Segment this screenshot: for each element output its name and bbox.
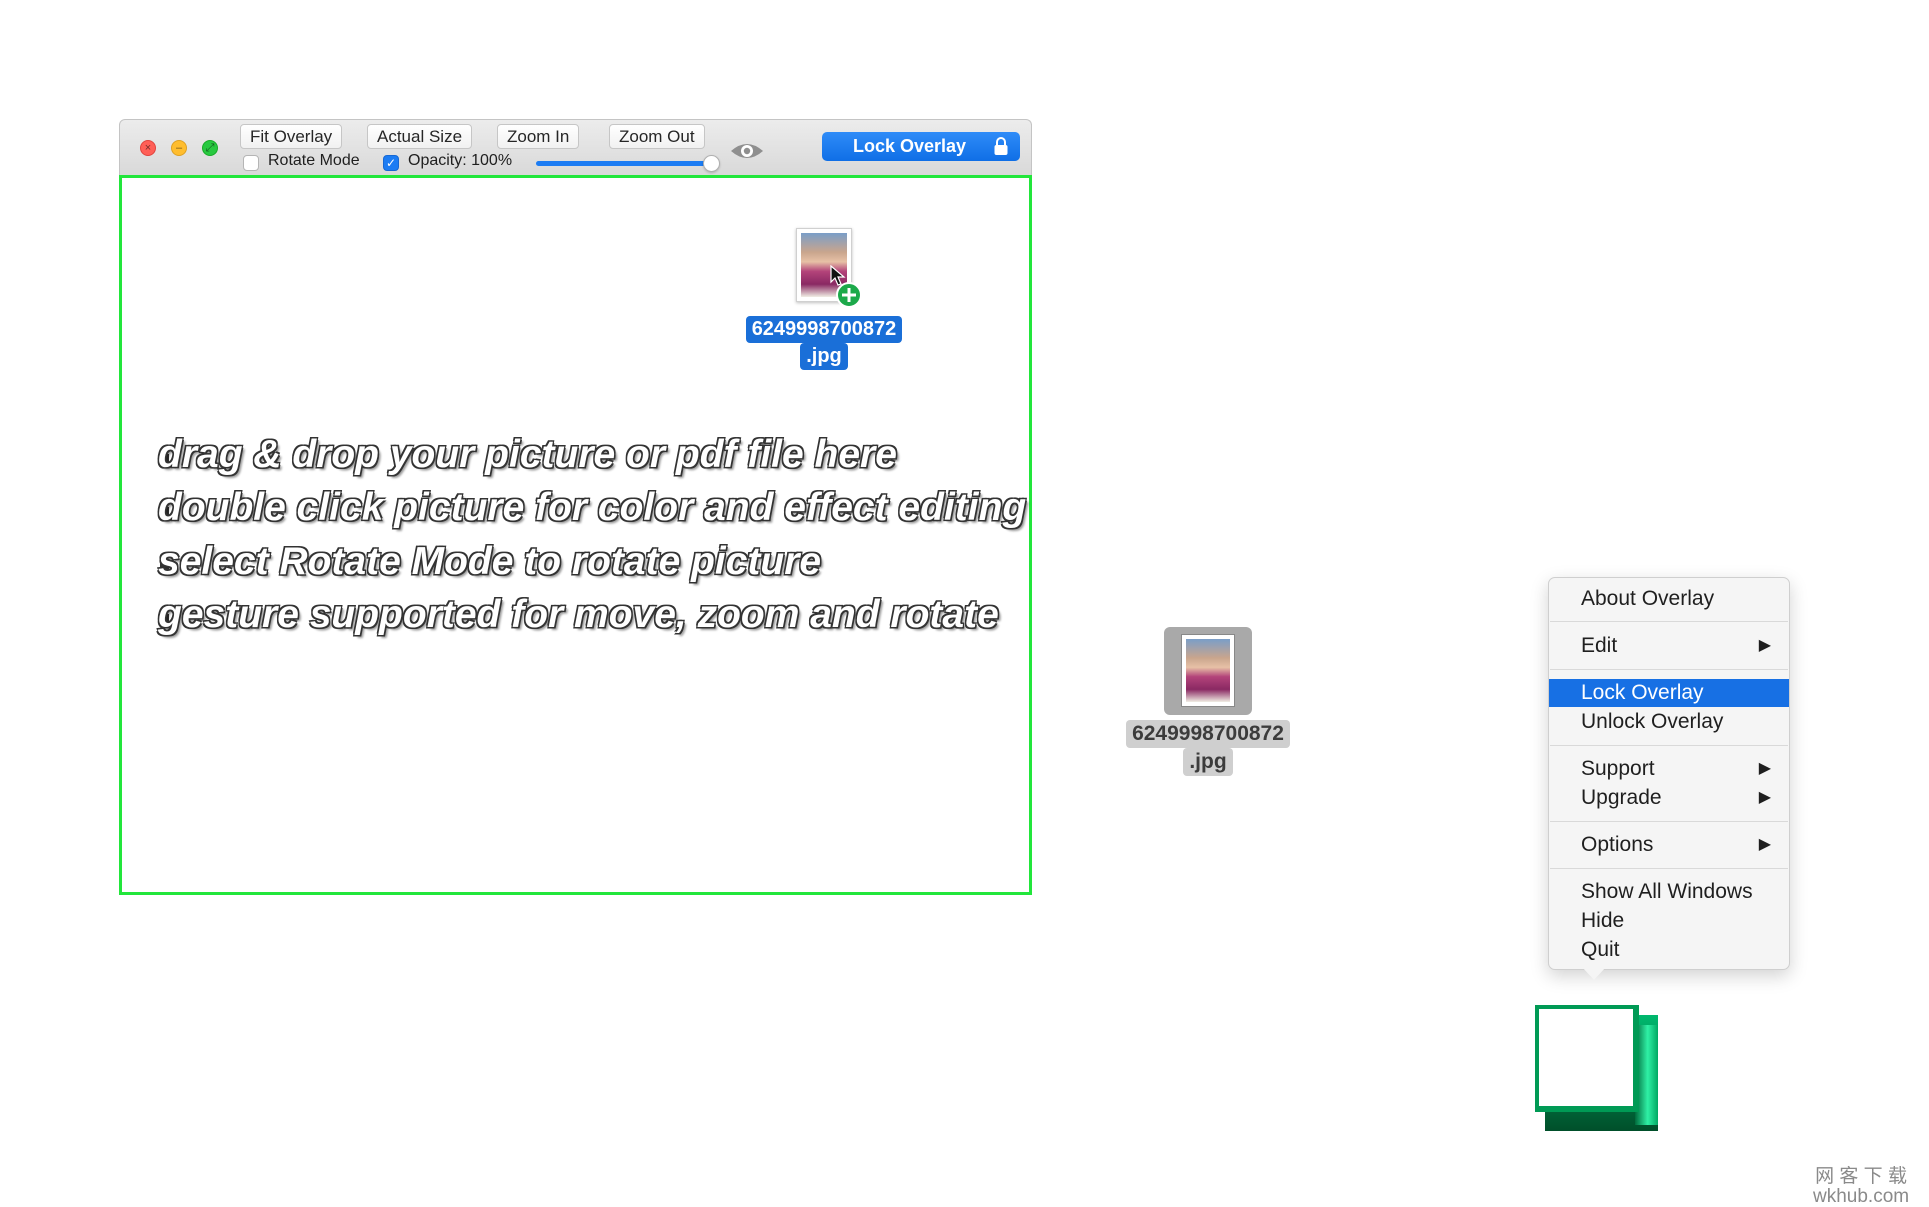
dragged-file-name-line2: .jpg xyxy=(800,343,848,370)
opacity-slider[interactable] xyxy=(536,161,713,166)
menu-item-hide[interactable]: Hide xyxy=(1549,907,1789,935)
opacity-label: Opacity: 100% xyxy=(408,152,513,169)
menu-item-support[interactable]: Support ▶ xyxy=(1549,755,1789,783)
menu-item-label: Lock Overlay xyxy=(1581,681,1704,704)
menu-item-label: Quit xyxy=(1581,938,1620,961)
rotate-mode-label: Rotate Mode xyxy=(268,152,360,169)
desktop-file-name-line2: .jpg xyxy=(1183,748,1233,776)
menu-item-lock-overlay[interactable]: Lock Overlay xyxy=(1549,679,1789,707)
window-toolbar: × – ⤢ Fit Overlay Actual Size Zoom In Zo… xyxy=(119,119,1032,175)
photo-thumbnail xyxy=(1186,639,1230,702)
menu-item-show-all-windows[interactable]: Show All Windows xyxy=(1549,878,1789,906)
actual-size-button[interactable]: Actual Size xyxy=(367,124,473,149)
opacity-slider-fill xyxy=(536,161,713,166)
menu-pointer xyxy=(1582,967,1606,980)
menu-item-upgrade[interactable]: Upgrade ▶ xyxy=(1549,784,1789,812)
menu-item-unlock-overlay[interactable]: Unlock Overlay xyxy=(1549,708,1789,736)
menu-item-edit[interactable]: Edit ▶ xyxy=(1549,632,1789,660)
desktop-file-icon[interactable] xyxy=(1164,627,1252,715)
overlay-window: × – ⤢ Fit Overlay Actual Size Zoom In Zo… xyxy=(119,119,1032,895)
watermark-line1: 网 客 下 载 xyxy=(1815,1166,1907,1187)
cursor-arrow-icon xyxy=(830,265,846,286)
menu-separator xyxy=(1550,745,1788,746)
overlay-drop-area[interactable]: 6249998700872 .jpg drag & drop your pict… xyxy=(119,175,1032,895)
overlay-app-icon[interactable] xyxy=(1535,1005,1660,1133)
opacity-checkbox[interactable]: ✓ xyxy=(383,155,399,171)
zoom-in-button[interactable]: Zoom In xyxy=(497,124,580,149)
submenu-arrow-icon: ▶ xyxy=(1758,760,1771,777)
hint-line-1: drag & drop your picture or pdf file her… xyxy=(158,433,897,476)
photo-frame xyxy=(1181,634,1235,707)
submenu-arrow-icon: ▶ xyxy=(1758,789,1771,806)
hint-line-2: double click picture for color and effec… xyxy=(158,486,1027,529)
watermark-line2: wkhub.com xyxy=(1813,1186,1910,1207)
lock-overlay-label: Lock Overlay xyxy=(853,136,967,156)
menu-item-label: Show All Windows xyxy=(1581,880,1753,903)
dragged-file-name-line1: 6249998700872 xyxy=(745,316,903,343)
status-menu: About Overlay Edit ▶ Lock Overlay Unlock … xyxy=(1548,577,1790,970)
submenu-arrow-icon: ▶ xyxy=(1758,637,1771,654)
maximize-button[interactable]: ⤢ xyxy=(202,140,218,156)
submenu-arrow-icon: ▶ xyxy=(1758,836,1771,853)
eye-icon[interactable] xyxy=(729,138,765,164)
hint-line-4: gesture supported for move, zoom and rot… xyxy=(158,593,999,636)
hint-line-3: select Rotate Mode to rotate picture xyxy=(158,540,822,583)
watermark: 网 客 下 载 wkhub.com xyxy=(1813,1167,1909,1207)
minimize-button[interactable]: – xyxy=(171,140,187,156)
zoom-out-button[interactable]: Zoom Out xyxy=(609,124,705,149)
desktop-file-name-line1: 6249998700872 xyxy=(1126,720,1290,748)
fit-overlay-button[interactable]: Fit Overlay xyxy=(240,124,343,149)
lock-icon xyxy=(994,137,1008,155)
lock-overlay-button[interactable]: Lock Overlay xyxy=(822,132,1020,161)
menu-item-label: About Overlay xyxy=(1581,587,1715,610)
menu-item-label: Hide xyxy=(1581,909,1625,932)
menu-separator xyxy=(1550,621,1788,622)
opacity-slider-thumb[interactable] xyxy=(703,155,720,172)
menu-separator xyxy=(1550,868,1788,869)
desktop-file-name[interactable]: 6249998700872 .jpg xyxy=(1106,720,1310,776)
menu-item-options[interactable]: Options ▶ xyxy=(1549,831,1789,859)
menu-item-about-overlay[interactable]: About Overlay xyxy=(1549,585,1789,613)
menu-separator xyxy=(1550,821,1788,822)
menu-separator xyxy=(1550,669,1788,670)
menu-item-label: Options xyxy=(1581,833,1654,856)
rotate-mode-checkbox[interactable] xyxy=(243,155,259,171)
menu-item-label: Upgrade xyxy=(1581,786,1662,809)
dragged-file-name: 6249998700872 .jpg xyxy=(726,316,922,370)
menu-item-label: Edit xyxy=(1581,634,1618,657)
menu-item-quit[interactable]: Quit xyxy=(1549,936,1789,964)
close-button[interactable]: × xyxy=(140,140,156,156)
menu-item-label: Support xyxy=(1581,757,1655,780)
menu-item-label: Unlock Overlay xyxy=(1581,710,1724,733)
